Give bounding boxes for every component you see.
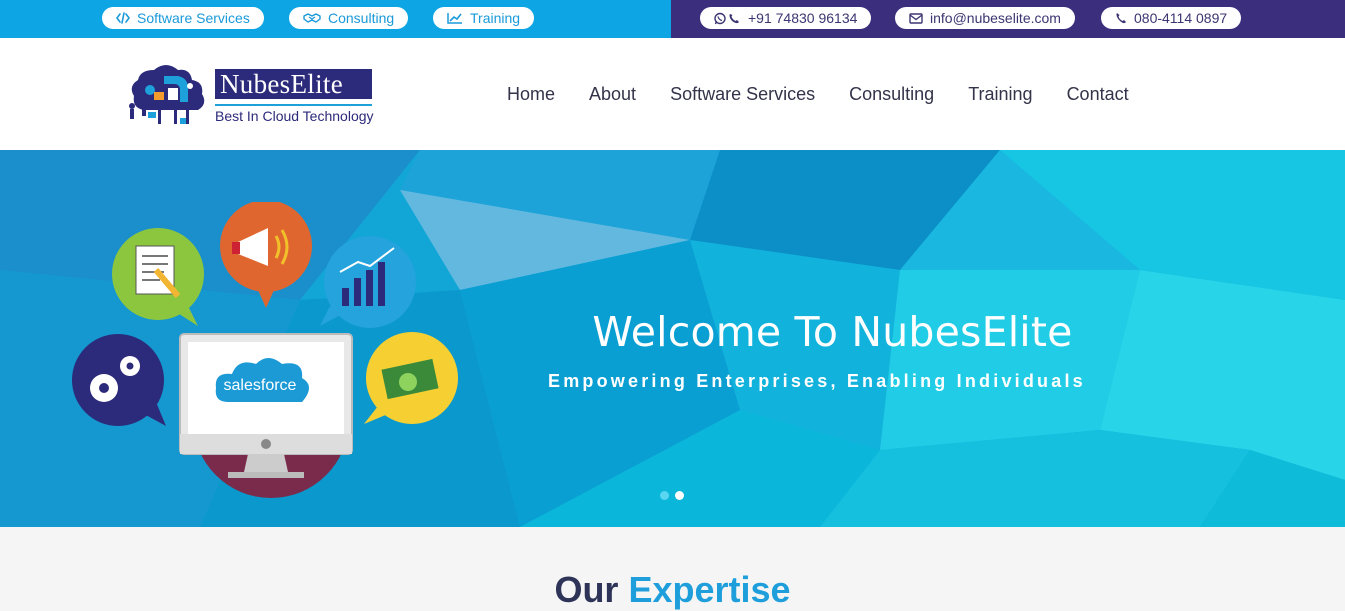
- hero-title: Welcome To NubesElite: [592, 308, 1073, 356]
- logo-name-part-1: Nubes: [220, 69, 291, 99]
- site-logo[interactable]: NubesElite Best In Cloud Technology: [124, 62, 374, 126]
- expertise-heading-part-2: Expertise: [628, 569, 791, 610]
- topbar-software-services-label: Software Services: [137, 10, 250, 26]
- code-icon: [116, 12, 130, 24]
- landline-phone-link[interactable]: 080-4114 0897: [1101, 7, 1242, 29]
- slider-dot-2[interactable]: [675, 491, 684, 500]
- email-label: info@nubeselite.com: [930, 10, 1061, 26]
- whatsapp-phone-label: +91 74830 96134: [748, 10, 858, 26]
- top-bar-contacts: +91 74830 96134 info@nubeselite.com 080-…: [671, 0, 1345, 38]
- logo-emblem-icon: [129, 65, 205, 124]
- slider-pagination: [660, 491, 684, 500]
- nav-item-about[interactable]: About: [572, 84, 653, 105]
- hero-slider: salesforce Welcome To NubesElite Empower…: [0, 150, 1345, 527]
- site-header: NubesElite Best In Cloud Technology Home…: [0, 38, 1345, 150]
- main-nav: Home About Software Services Consulting …: [490, 38, 1146, 150]
- salesforce-logo-label: salesforce: [224, 377, 297, 394]
- handshake-icon: [303, 12, 321, 24]
- nav-item-training[interactable]: Training: [951, 84, 1049, 105]
- nav-item-software-services[interactable]: Software Services: [653, 84, 832, 105]
- nav-item-home[interactable]: Home: [490, 84, 572, 105]
- top-bar: Software Services Consulting Training +9…: [0, 0, 1345, 38]
- megaphone-bubble-icon: [220, 202, 312, 308]
- email-link[interactable]: info@nubeselite.com: [895, 7, 1075, 29]
- nav-item-consulting[interactable]: Consulting: [832, 84, 951, 105]
- phone-icon: [1115, 12, 1127, 24]
- logo-name-part-2: Elite: [290, 69, 343, 99]
- chart-line-icon: [447, 12, 463, 24]
- nav-item-contact[interactable]: Contact: [1050, 84, 1146, 105]
- topbar-training-link[interactable]: Training: [433, 7, 535, 29]
- topbar-consulting-label: Consulting: [328, 10, 395, 26]
- envelope-icon: [909, 12, 923, 24]
- expertise-heading-part-1: Our: [554, 569, 619, 610]
- topbar-training-label: Training: [470, 10, 521, 26]
- whatsapp-phone-link[interactable]: +91 74830 96134: [700, 7, 872, 29]
- hero-subtitle: Empowering Enterprises, Enabling Individ…: [548, 371, 1086, 391]
- landline-phone-label: 080-4114 0897: [1134, 10, 1228, 26]
- logo-brand-name: NubesElite: [215, 69, 372, 99]
- whatsapp-phone-icon: [714, 12, 741, 25]
- topbar-consulting-link[interactable]: Consulting: [289, 7, 409, 29]
- expertise-section: Our Expertise: [0, 527, 1345, 610]
- expertise-heading: Our Expertise: [0, 569, 1345, 611]
- logo-tagline: Best In Cloud Technology: [215, 104, 374, 124]
- top-bar-links: Software Services Consulting Training: [0, 0, 671, 38]
- topbar-software-services-link[interactable]: Software Services: [102, 7, 264, 29]
- slider-dot-1[interactable]: [660, 491, 669, 500]
